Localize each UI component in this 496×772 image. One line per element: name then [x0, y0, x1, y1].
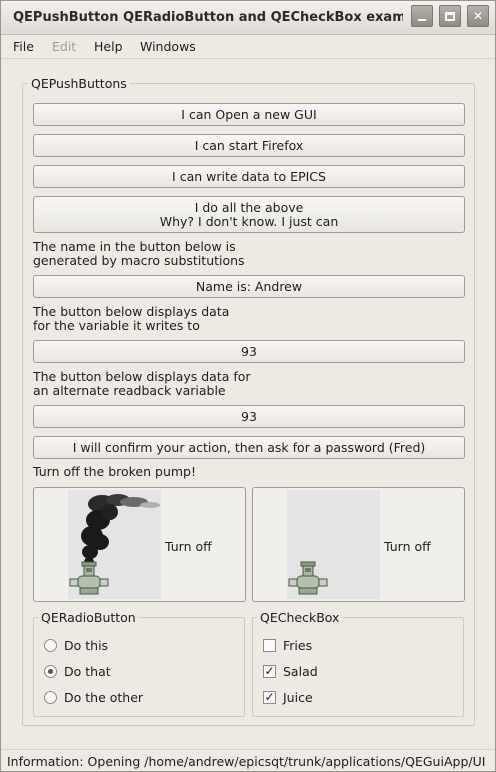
- radio-indicator[interactable]: [44, 639, 57, 652]
- do-all-button[interactable]: I do all the above Why? I don't know. I …: [33, 196, 465, 233]
- menu-help[interactable]: Help: [94, 39, 123, 54]
- qepushbuttons-group-title: QEPushButtons: [28, 76, 130, 91]
- menu-file[interactable]: File: [13, 39, 34, 54]
- radio-do-the-other-label: Do the other: [64, 690, 144, 705]
- minimize-icon: [412, 6, 432, 26]
- write-epics-button[interactable]: I can write data to EPICS: [33, 165, 465, 188]
- maximize-button[interactable]: [439, 5, 461, 27]
- writes-to-description: The button below displays data for the v…: [33, 305, 229, 333]
- maximize-icon: [440, 6, 460, 26]
- alternate-readback-description: The button below displays data for an al…: [33, 370, 251, 398]
- checkbox-fries[interactable]: Fries: [263, 638, 312, 653]
- open-gui-button[interactable]: I can Open a new GUI: [33, 103, 465, 126]
- checkbox-indicator[interactable]: [263, 639, 276, 652]
- checkbox-juice[interactable]: ✓ Juice: [263, 690, 313, 705]
- macro-description-line2: generated by macro substitutions: [33, 253, 245, 268]
- checkbox-salad[interactable]: ✓ Salad: [263, 664, 318, 679]
- status-bar: Information: Opening /home/andrew/epicsq…: [1, 749, 495, 771]
- radio-do-the-other[interactable]: Do the other: [44, 690, 143, 705]
- checkbox-indicator-checked[interactable]: ✓: [263, 691, 276, 704]
- radio-indicator[interactable]: [44, 691, 57, 704]
- radio-do-that-label: Do that: [64, 664, 111, 679]
- menu-windows[interactable]: Windows: [140, 39, 196, 54]
- minimize-button[interactable]: [411, 5, 433, 27]
- name-button[interactable]: Name is: Andrew: [33, 275, 465, 298]
- qecheckbox-group-title: QECheckBox: [257, 610, 343, 625]
- menu-edit[interactable]: Edit: [52, 39, 76, 54]
- radio-do-that[interactable]: Do that: [44, 664, 111, 679]
- start-firefox-button[interactable]: I can start Firefox: [33, 134, 465, 157]
- radio-do-this-label: Do this: [64, 638, 109, 653]
- writes-to-description-line2: for the variable it writes to: [33, 318, 200, 333]
- alternate-readback-description-line1: The button below displays data for: [33, 369, 251, 384]
- pump-off-button-left[interactable]: Turn off: [33, 487, 246, 602]
- qecheckbox-group: Fries ✓ Salad ✓ Juice: [252, 617, 464, 717]
- main-window: QEPushButton QERadioButton and QECheckBo…: [0, 0, 496, 772]
- writes-to-description-line1: The button below displays data: [33, 304, 230, 319]
- smoking-pump-icon: [68, 490, 161, 599]
- pump-off-label-left: Turn off: [165, 539, 212, 554]
- confirm-password-button[interactable]: I will confirm your action, then ask for…: [33, 436, 465, 459]
- checkbox-salad-label: Salad: [283, 664, 318, 679]
- radio-do-this[interactable]: Do this: [44, 638, 108, 653]
- radio-indicator-selected[interactable]: [44, 665, 57, 678]
- close-button[interactable]: ✕: [467, 5, 489, 27]
- close-icon: ✕: [472, 9, 484, 23]
- checkbox-juice-label: Juice: [283, 690, 313, 705]
- broken-pump-label: Turn off the broken pump!: [33, 464, 197, 479]
- alternate-readback-description-line2: an alternate readback variable: [33, 383, 226, 398]
- value-readback-button[interactable]: 93: [33, 405, 465, 428]
- qeradiobutton-group-title: QERadioButton: [38, 610, 139, 625]
- do-all-button-line1: I do all the above: [194, 199, 304, 215]
- window-title: QEPushButton QERadioButton and QECheckBo…: [13, 10, 403, 25]
- value-write-button[interactable]: 93: [33, 340, 465, 363]
- title-bar[interactable]: QEPushButton QERadioButton and QECheckBo…: [1, 1, 495, 35]
- pump-off-label-right: Turn off: [384, 539, 431, 554]
- macro-description-line1: The name in the button below is: [33, 239, 236, 254]
- do-all-button-line2: Why? I don't know. I just can: [159, 213, 339, 229]
- pump-icon: [287, 490, 380, 599]
- status-message: Information: Opening /home/andrew/epicsq…: [7, 754, 486, 769]
- qeradiobutton-group: Do this Do that Do the other: [33, 617, 245, 717]
- checkbox-fries-label: Fries: [283, 638, 313, 653]
- pump-off-button-right[interactable]: Turn off: [252, 487, 465, 602]
- macro-description: The name in the button below is generate…: [33, 240, 245, 268]
- menu-bar: File Edit Help Windows: [1, 35, 495, 59]
- checkbox-indicator-checked[interactable]: ✓: [263, 665, 276, 678]
